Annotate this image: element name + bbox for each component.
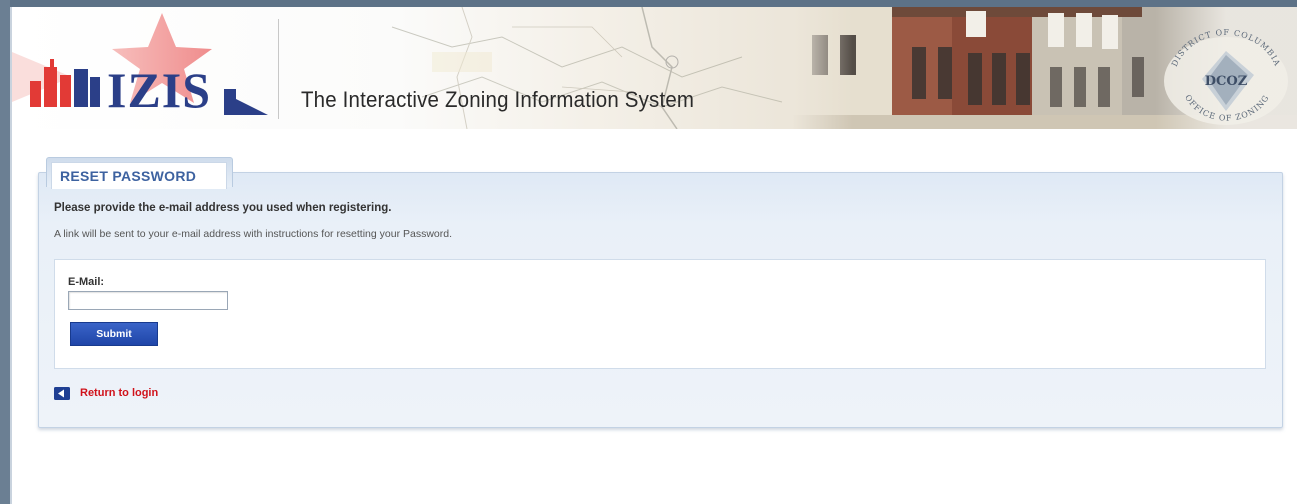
window-left-border [0,0,10,504]
reset-form-box [54,259,1266,369]
logo-foot-icon [224,89,268,115]
window-top-border [0,0,1297,7]
izis-logo[interactable]: IZIS [12,7,277,129]
site-title: The Interactive Zoning Information Syste… [301,87,695,112]
back-arrow-icon [54,386,70,400]
header-divider [278,19,279,119]
instruction-text: A link will be sent to your e-mail addre… [54,228,453,240]
email-label: E-Mail: [68,276,105,288]
logo-wordmark: IZIS [107,62,212,118]
return-link-label: Return to login [80,387,159,399]
panel-title: RESET PASSWORD [60,168,197,184]
izis-logo-icon [30,59,100,107]
email-field[interactable] [68,291,228,310]
dcoz-seal-icon: DISTRICT OF COLUMBIA OFFICE OF ZONING DC… [1164,29,1288,125]
seal-abbr: DCOZ [1205,74,1248,89]
instruction-heading: Please provide the e-mail address you us… [54,202,392,214]
site-header: IZIS The Interactive Zoning Information … [12,7,1297,129]
tab-inner: RESET PASSWORD [51,162,227,189]
reset-password-tab: RESET PASSWORD [46,157,233,189]
return-to-login-link[interactable]: Return to login [54,386,158,400]
submit-button[interactable]: Submit [70,322,158,346]
